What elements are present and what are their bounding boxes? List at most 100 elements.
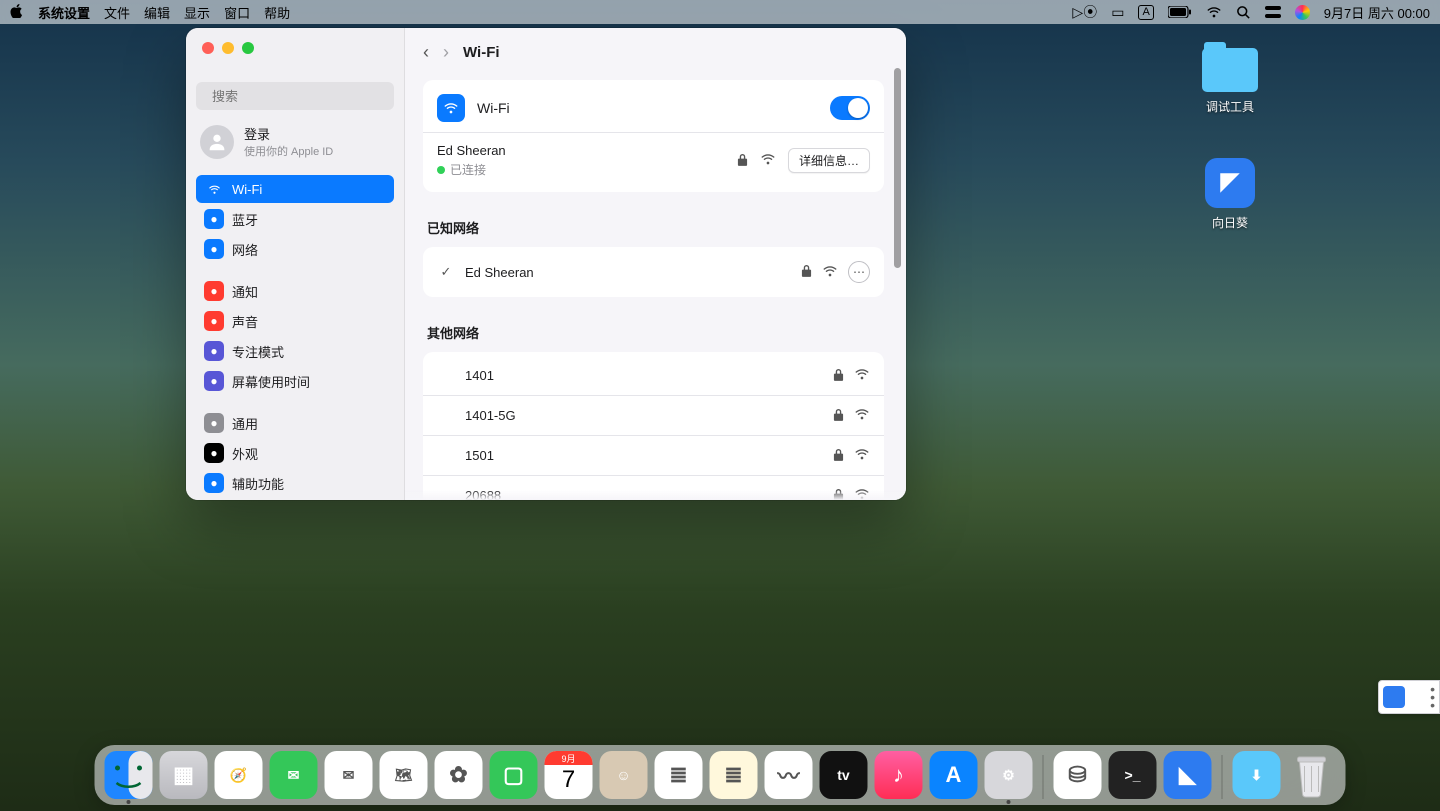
dock-app-settings[interactable]: ⚙︎ bbox=[985, 751, 1033, 799]
content-title: Wi-Fi bbox=[463, 44, 500, 61]
menu-view[interactable]: 显示 bbox=[184, 3, 210, 22]
search-field[interactable] bbox=[196, 82, 394, 110]
nav-back-button[interactable]: ‹ bbox=[423, 42, 429, 63]
lock-icon bbox=[833, 488, 844, 501]
minimize-button[interactable] bbox=[222, 42, 234, 54]
dock-app-contacts[interactable]: ☺︎ bbox=[600, 751, 648, 799]
apple-menu[interactable] bbox=[10, 4, 24, 21]
account-subtitle: 使用你的 Apple ID bbox=[244, 143, 333, 159]
sunlogin-floater-icon bbox=[1383, 686, 1405, 708]
dock-trash[interactable] bbox=[1288, 751, 1336, 799]
dock-app-sunlogin[interactable]: ◣ bbox=[1164, 751, 1212, 799]
dock-app-mail[interactable]: ✉︎ bbox=[325, 751, 373, 799]
dock-app-facetime[interactable]: ▢ bbox=[490, 751, 538, 799]
sidebar-item-network[interactable]: ●网络 bbox=[196, 235, 394, 263]
scrollbar-thumb[interactable] bbox=[894, 68, 901, 268]
nav-forward-button[interactable]: › bbox=[443, 42, 449, 63]
dock-app-calendar[interactable]: 9月7 bbox=[545, 751, 593, 799]
status-screenmirror-icon[interactable]: ▭ bbox=[1111, 4, 1124, 21]
menu-help[interactable]: 帮助 bbox=[264, 3, 290, 22]
dock-app-maps[interactable]: 🗺 bbox=[380, 751, 428, 799]
content-header: ‹ › Wi-Fi bbox=[405, 28, 906, 76]
wifi-toggle[interactable] bbox=[830, 96, 870, 120]
sidebar-item-focus[interactable]: ●专注模式 bbox=[196, 337, 394, 365]
sidebar-glyph-icon: ● bbox=[204, 311, 224, 331]
lock-icon bbox=[833, 448, 844, 464]
sidebar-item-notifications[interactable]: ●通知 bbox=[196, 277, 394, 305]
sidebar-glyph-icon bbox=[204, 179, 224, 199]
status-screencast-icon[interactable]: ▷⦿ bbox=[1072, 2, 1097, 22]
status-battery-icon[interactable] bbox=[1168, 6, 1192, 18]
status-wifi-icon[interactable] bbox=[1206, 4, 1222, 20]
status-input-icon[interactable]: A bbox=[1138, 5, 1153, 20]
dock-app-photos[interactable]: ✿ bbox=[435, 751, 483, 799]
dock-app-finder[interactable] bbox=[105, 751, 153, 799]
dock-separator bbox=[1222, 755, 1223, 799]
dock-app-appstore[interactable]: A bbox=[930, 751, 978, 799]
sidebar-item-controlcenter[interactable]: ●控制中心 bbox=[196, 499, 394, 500]
system-settings-window: 登录 使用你的 Apple ID Wi-Fi●蓝牙●网络 ●通知●声音●专注模式… bbox=[186, 28, 906, 500]
dock-app-messages[interactable]: ✉︎ bbox=[270, 751, 318, 799]
dock-app-terminal[interactable]: >_ bbox=[1109, 751, 1157, 799]
content-body[interactable]: Wi-Fi Ed Sheeran 已连接 bbox=[405, 76, 906, 500]
close-button[interactable] bbox=[202, 42, 214, 54]
desktop-app-sunlogin[interactable]: 向日葵 bbox=[1190, 158, 1270, 231]
lock-icon bbox=[833, 408, 844, 424]
more-button[interactable]: ⋯ bbox=[848, 261, 870, 283]
sidebar-item-wifi[interactable]: Wi-Fi bbox=[196, 175, 394, 203]
dock-app-notes[interactable]: ≣ bbox=[710, 751, 758, 799]
dock-app-freeform[interactable]: 〰 bbox=[765, 751, 813, 799]
network-name: 1401 bbox=[465, 368, 823, 383]
dock-glyph-icon: ✉︎ bbox=[343, 767, 355, 784]
menu-app-name[interactable]: 系统设置 bbox=[38, 3, 90, 22]
menu-window[interactable]: 窗口 bbox=[224, 3, 250, 22]
wifi-signal-icon bbox=[854, 486, 870, 500]
status-clock[interactable]: 9月7日 周六 00:00 bbox=[1324, 3, 1430, 22]
account-row[interactable]: 登录 使用你的 Apple ID bbox=[186, 120, 404, 173]
sidebar-list[interactable]: Wi-Fi●蓝牙●网络 ●通知●声音●专注模式●屏幕使用时间 ●通用●外观●辅助… bbox=[186, 173, 404, 500]
dock-app-appletv[interactable]: tv bbox=[820, 751, 868, 799]
search-input[interactable] bbox=[210, 88, 390, 105]
sidebar-item-accessibility[interactable]: ●辅助功能 bbox=[196, 469, 394, 497]
details-button[interactable]: 详细信息… bbox=[788, 148, 870, 173]
dock-app-downloads[interactable]: ⬇︎ bbox=[1233, 751, 1281, 799]
network-name: Ed Sheeran bbox=[465, 265, 791, 280]
sunlogin-floater[interactable]: ••• bbox=[1378, 680, 1440, 714]
scrollbar[interactable] bbox=[890, 58, 904, 494]
menu-edit[interactable]: 编辑 bbox=[144, 3, 170, 22]
content-pane: ‹ › Wi-Fi Wi-Fi Ed Sheeran 已连接 bbox=[405, 28, 906, 500]
status-spotlight-icon[interactable] bbox=[1236, 5, 1251, 20]
sidebar-item-general[interactable]: ●通用 bbox=[196, 409, 394, 437]
fullscreen-button[interactable] bbox=[242, 42, 254, 54]
calendar-month: 9月 bbox=[545, 751, 593, 765]
sidebar-item-screentime[interactable]: ●屏幕使用时间 bbox=[196, 367, 394, 395]
status-siri-icon[interactable] bbox=[1295, 5, 1310, 20]
sidebar-glyph-icon: ● bbox=[204, 239, 224, 259]
network-row[interactable]: 1401 bbox=[423, 356, 884, 395]
sidebar-item-appearance[interactable]: ●外观 bbox=[196, 439, 394, 467]
sidebar-item-sound[interactable]: ●声音 bbox=[196, 307, 394, 335]
dock-glyph-icon: ♪ bbox=[893, 762, 904, 788]
dock-app-safari[interactable]: 🧭 bbox=[215, 751, 263, 799]
dock-app-diskutility[interactable]: ⛁ bbox=[1054, 751, 1102, 799]
dock-glyph-icon: 〰 bbox=[777, 759, 799, 791]
menu-file[interactable]: 文件 bbox=[104, 3, 130, 22]
wifi-toggle-label: Wi-Fi bbox=[477, 100, 818, 116]
sidebar-item-bluetooth[interactable]: ●蓝牙 bbox=[196, 205, 394, 233]
sidebar-glyph-icon: ● bbox=[204, 281, 224, 301]
account-title: 登录 bbox=[244, 124, 333, 143]
more-icon[interactable]: ••• bbox=[1430, 686, 1435, 708]
dock-app-launchpad[interactable]: ▦ bbox=[160, 751, 208, 799]
dock-glyph-icon: ☺︎ bbox=[616, 767, 630, 783]
network-row[interactable]: ✓Ed Sheeran⋯ bbox=[423, 251, 884, 293]
sidebar-glyph-icon: ● bbox=[204, 371, 224, 391]
network-row[interactable]: 1501 bbox=[423, 435, 884, 475]
network-row[interactable]: 20688 bbox=[423, 475, 884, 500]
status-controlcenter-icon[interactable] bbox=[1265, 5, 1281, 19]
dock-glyph-icon: ⚙︎ bbox=[1002, 767, 1015, 784]
dock-glyph-icon: ⛁ bbox=[1068, 762, 1086, 788]
dock-app-reminders[interactable]: ≣ bbox=[655, 751, 703, 799]
desktop-folder-debug[interactable]: 调试工具 bbox=[1190, 48, 1270, 115]
network-row[interactable]: 1401-5G bbox=[423, 395, 884, 435]
dock-app-music[interactable]: ♪ bbox=[875, 751, 923, 799]
